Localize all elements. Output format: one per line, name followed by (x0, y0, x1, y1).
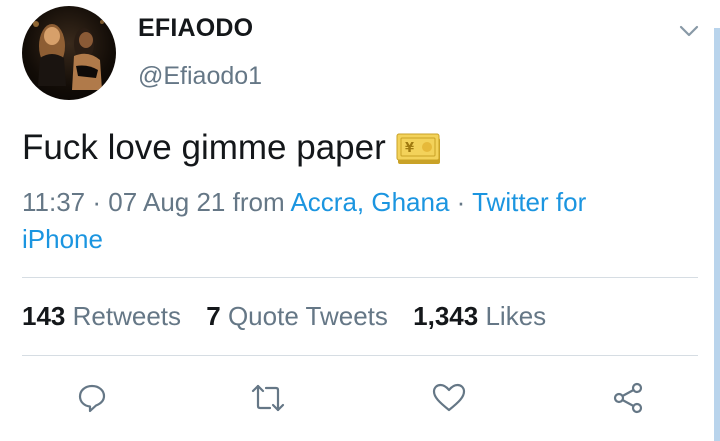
money-emoji-icon: ¥ (396, 130, 442, 166)
quotes-label: Quote Tweets (227, 301, 388, 331)
retweets-stat[interactable]: 143 Retweets (22, 301, 181, 331)
scrollbar[interactable] (714, 28, 720, 441)
divider (22, 277, 698, 278)
location-link[interactable]: Accra, Ghana (290, 187, 449, 217)
meta-separator: · (456, 187, 466, 217)
likes-count: 1,343 (413, 301, 479, 331)
reply-icon (78, 384, 106, 413)
heart-icon (432, 383, 466, 412)
quotes-stat[interactable]: 7 Quote Tweets (206, 301, 388, 331)
retweet-button[interactable] (248, 378, 288, 418)
quotes-count: 7 (206, 301, 221, 331)
tweet-time[interactable]: 11:37 (22, 187, 85, 217)
avatar[interactable] (22, 6, 116, 100)
tweet-meta: 11:37 · 07 Aug 21 from Accra, Ghana · Tw… (22, 184, 662, 258)
tweet-text: Fuck love gimme paper ¥ (22, 128, 442, 168)
meta-separator: · (92, 187, 102, 217)
tweet-date[interactable]: 07 Aug 21 (108, 187, 225, 217)
reply-button[interactable] (72, 378, 112, 418)
like-button[interactable] (429, 378, 469, 418)
tweet-body: Fuck love gimme paper (22, 128, 386, 167)
divider (22, 355, 698, 356)
likes-label: Likes (485, 301, 547, 331)
from-label: from (232, 187, 285, 217)
likes-stat[interactable]: 1,343 Likes (413, 301, 546, 331)
tweet-card: EFIAODO @Efiaodo1 Fuck love gimme paper … (0, 0, 712, 441)
chevron-down-icon[interactable] (676, 18, 702, 44)
tweet-stats: 143 Retweets 7 Quote Tweets 1,343 Likes (22, 301, 564, 332)
retweet-icon (251, 384, 285, 412)
svg-text:¥: ¥ (405, 141, 414, 156)
avatar-image (33, 20, 104, 90)
retweets-label: Retweets (72, 301, 182, 331)
retweets-count: 143 (22, 301, 66, 331)
display-name[interactable]: EFIAODO (138, 14, 253, 43)
share-icon (613, 382, 643, 414)
share-button[interactable] (608, 378, 648, 418)
user-handle[interactable]: @Efiaodo1 (138, 62, 262, 91)
